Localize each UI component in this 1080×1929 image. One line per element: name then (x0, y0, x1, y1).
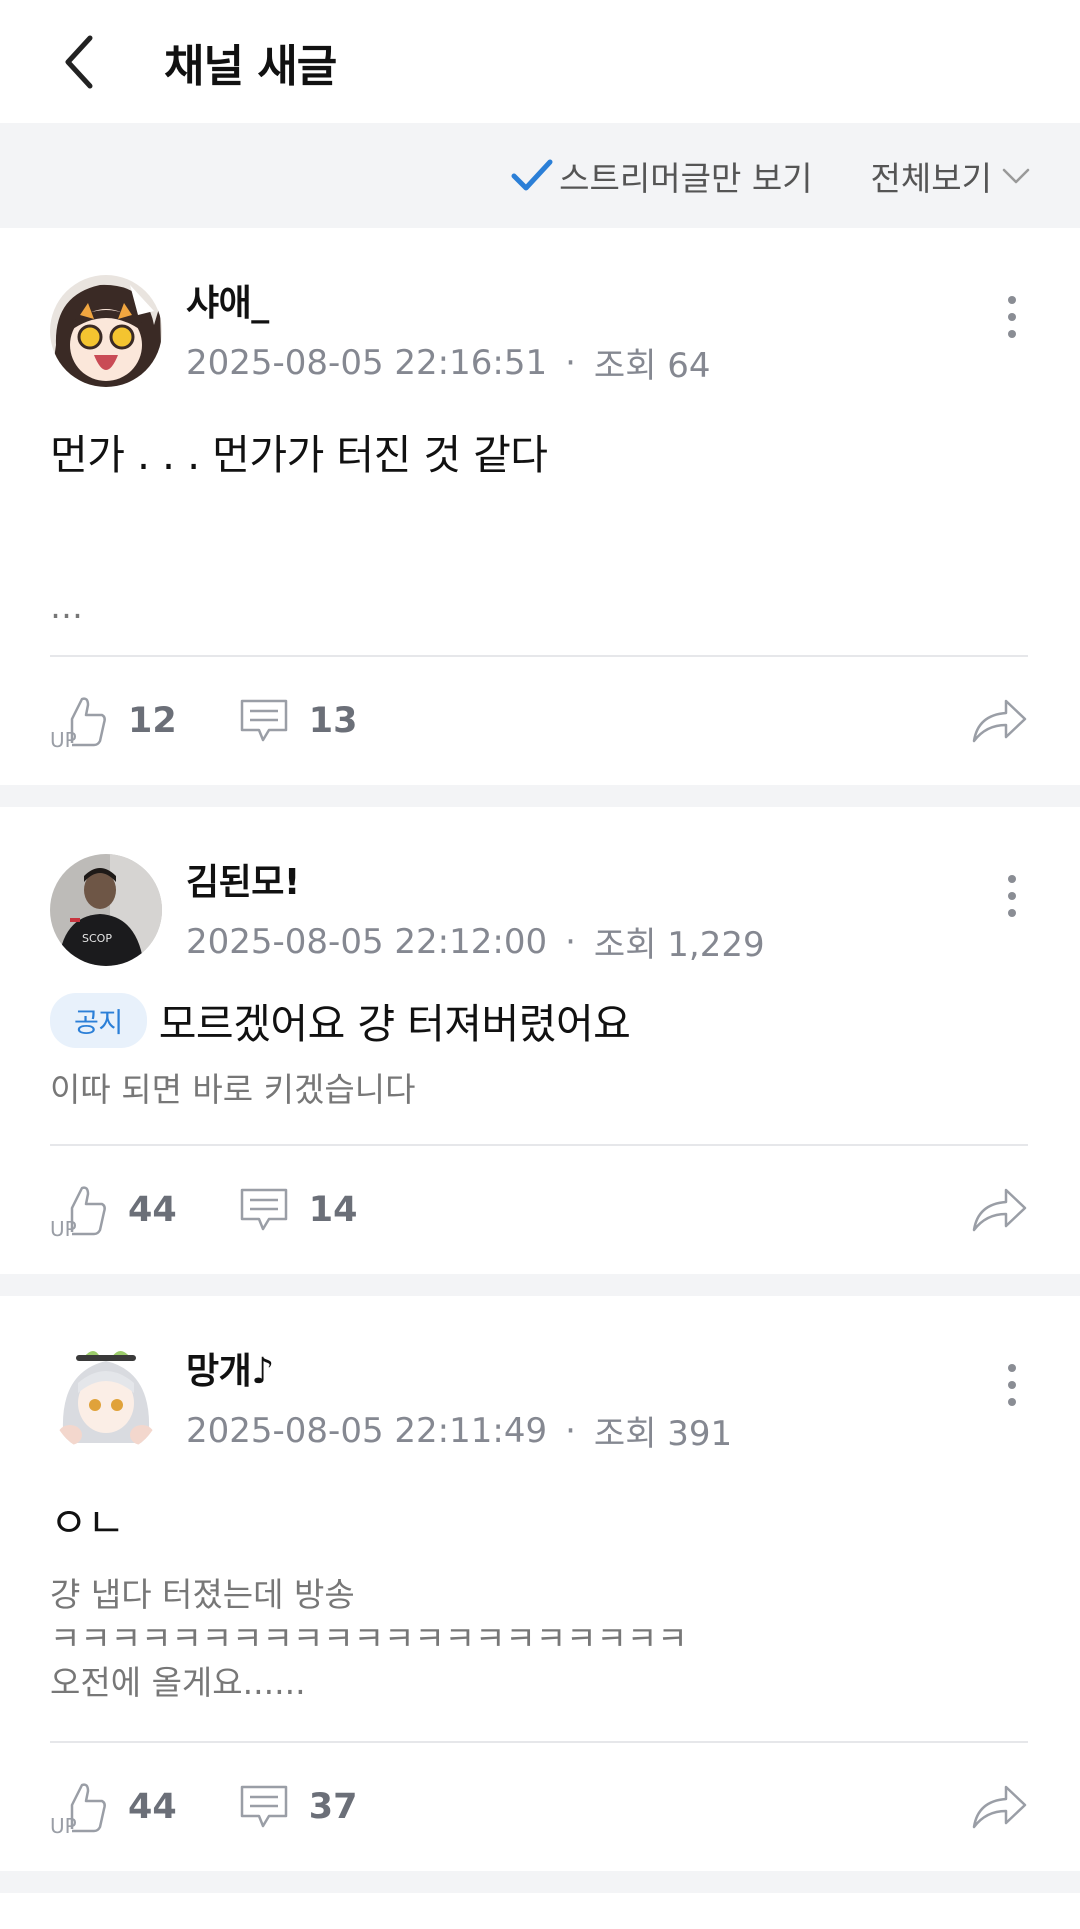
like-count: 12 (128, 701, 177, 741)
share-icon (972, 1188, 1027, 1232)
post-card[interactable]: 샤애_ 2025-08-05 22:16:51 · 조회 64 먼가 . . .… (0, 228, 1080, 785)
share-button[interactable] (970, 695, 1028, 749)
notice-badge: 공지 (50, 992, 147, 1048)
comment-icon (240, 1785, 287, 1828)
avatar[interactable] (50, 274, 162, 387)
avatar-image: SCOP (50, 853, 162, 966)
post-title[interactable]: ㅇㄴ (50, 1489, 1028, 1549)
separator-dot: · (565, 342, 576, 383)
author-name[interactable]: 샤애_ (186, 274, 711, 326)
comment-button[interactable]: 37 (239, 1784, 358, 1830)
chevron-left-icon (65, 35, 93, 88)
post-actions: UP 44 37 (50, 1743, 1028, 1871)
svg-text:UP: UP (50, 1217, 77, 1238)
share-button[interactable] (970, 1184, 1028, 1238)
svg-text:UP: UP (50, 1814, 77, 1835)
thumbs-up-icon: UP (50, 697, 106, 749)
post-date: 2025-08-05 22:11:49 (186, 1410, 548, 1451)
like-button[interactable]: UP 12 (50, 693, 177, 749)
post-card[interactable]: SCOP 김된모! 2025-08-05 22:12:00 · 조회 1,229… (0, 807, 1080, 1274)
post-card[interactable]: 망개♪ 2025-08-05 22:11:49 · 조회 391 ㅇㄴ 걍 냅다… (0, 1296, 1080, 1871)
post-title-text: 먼가 . . . 먼가가 터진 것 같다 (50, 431, 548, 479)
avatar[interactable] (50, 1342, 162, 1455)
avatar[interactable]: SCOP (50, 853, 162, 966)
back-button[interactable] (60, 32, 120, 92)
like-button[interactable]: UP 44 (50, 1182, 177, 1238)
like-count: 44 (128, 1190, 177, 1230)
streamer-only-label: 스트리머글만 보기 (559, 158, 813, 198)
view-all-label: 전체보기 (870, 158, 992, 198)
post-separator (0, 1871, 1080, 1893)
checkmark-icon (511, 159, 553, 190)
streamer-only-toggle[interactable]: 스트리머글만 보기 (511, 152, 813, 200)
view-count: 조회 64 (593, 346, 711, 386)
comment-count: 13 (308, 701, 358, 741)
more-options-icon[interactable] (1002, 292, 1022, 342)
post-actions: UP 44 14 (50, 1146, 1028, 1274)
post-separator (0, 785, 1080, 807)
post-body: … (50, 587, 83, 626)
comment-icon (240, 699, 287, 742)
post-title[interactable]: 먼가 . . . 먼가가 터진 것 같다 (50, 421, 1028, 481)
comment-button[interactable]: 13 (239, 698, 358, 744)
post-date: 2025-08-05 22:12:00 (186, 921, 548, 962)
separator-dot: · (565, 921, 576, 962)
share-icon (972, 699, 1027, 743)
view-all-dropdown[interactable]: 전체보기 (871, 152, 1030, 200)
more-options-icon[interactable] (1002, 1360, 1022, 1410)
post-body: 이따 되면 바로 키겠습니다 (50, 1070, 416, 1109)
view-count: 조회 391 (593, 1414, 733, 1454)
svg-text:SCOP: SCOP (82, 932, 112, 945)
post-title-text: ㅇㄴ (50, 1499, 125, 1547)
author-name[interactable]: 망개♪ (186, 1342, 732, 1394)
post-date: 2025-08-05 22:16:51 (186, 342, 548, 383)
like-button[interactable]: UP 44 (50, 1779, 177, 1835)
comment-button[interactable]: 14 (239, 1187, 358, 1233)
post-separator (0, 1274, 1080, 1296)
post-title-text: 모르겠어요 걍 터져버렸어요 (158, 1000, 631, 1048)
author-name[interactable]: 김된모! (186, 853, 765, 905)
post-actions: UP 12 13 (50, 657, 1028, 785)
chevron-down-icon (1002, 168, 1030, 183)
comment-icon (240, 1188, 287, 1231)
avatar-image (50, 274, 162, 387)
more-options-icon[interactable] (1002, 871, 1022, 921)
like-count: 44 (128, 1787, 177, 1827)
share-button[interactable] (970, 1781, 1028, 1835)
svg-text:UP: UP (50, 728, 77, 749)
page-title: 채널 새글 (164, 40, 337, 92)
thumbs-up-icon: UP (50, 1783, 106, 1835)
share-icon (972, 1785, 1027, 1829)
post-title[interactable]: 공지 모르겠어요 걍 터져버렸어요 (50, 990, 1028, 1050)
comment-count: 14 (308, 1190, 358, 1230)
view-count: 조회 1,229 (593, 925, 765, 965)
post-body: 걍 냅다 터졌는데 방송 ㅋㅋㅋㅋㅋㅋㅋㅋㅋㅋㅋㅋㅋㅋㅋㅋㅋㅋㅋㅋㅋ 오전에 올… (50, 1575, 688, 1702)
separator-dot: · (565, 1410, 576, 1451)
app-header: 채널 새글 (0, 0, 1080, 123)
filter-bar: 스트리머글만 보기 전체보기 (0, 123, 1080, 228)
thumbs-up-icon: UP (50, 1186, 106, 1238)
comment-count: 37 (308, 1787, 358, 1827)
avatar-image (50, 1342, 162, 1455)
